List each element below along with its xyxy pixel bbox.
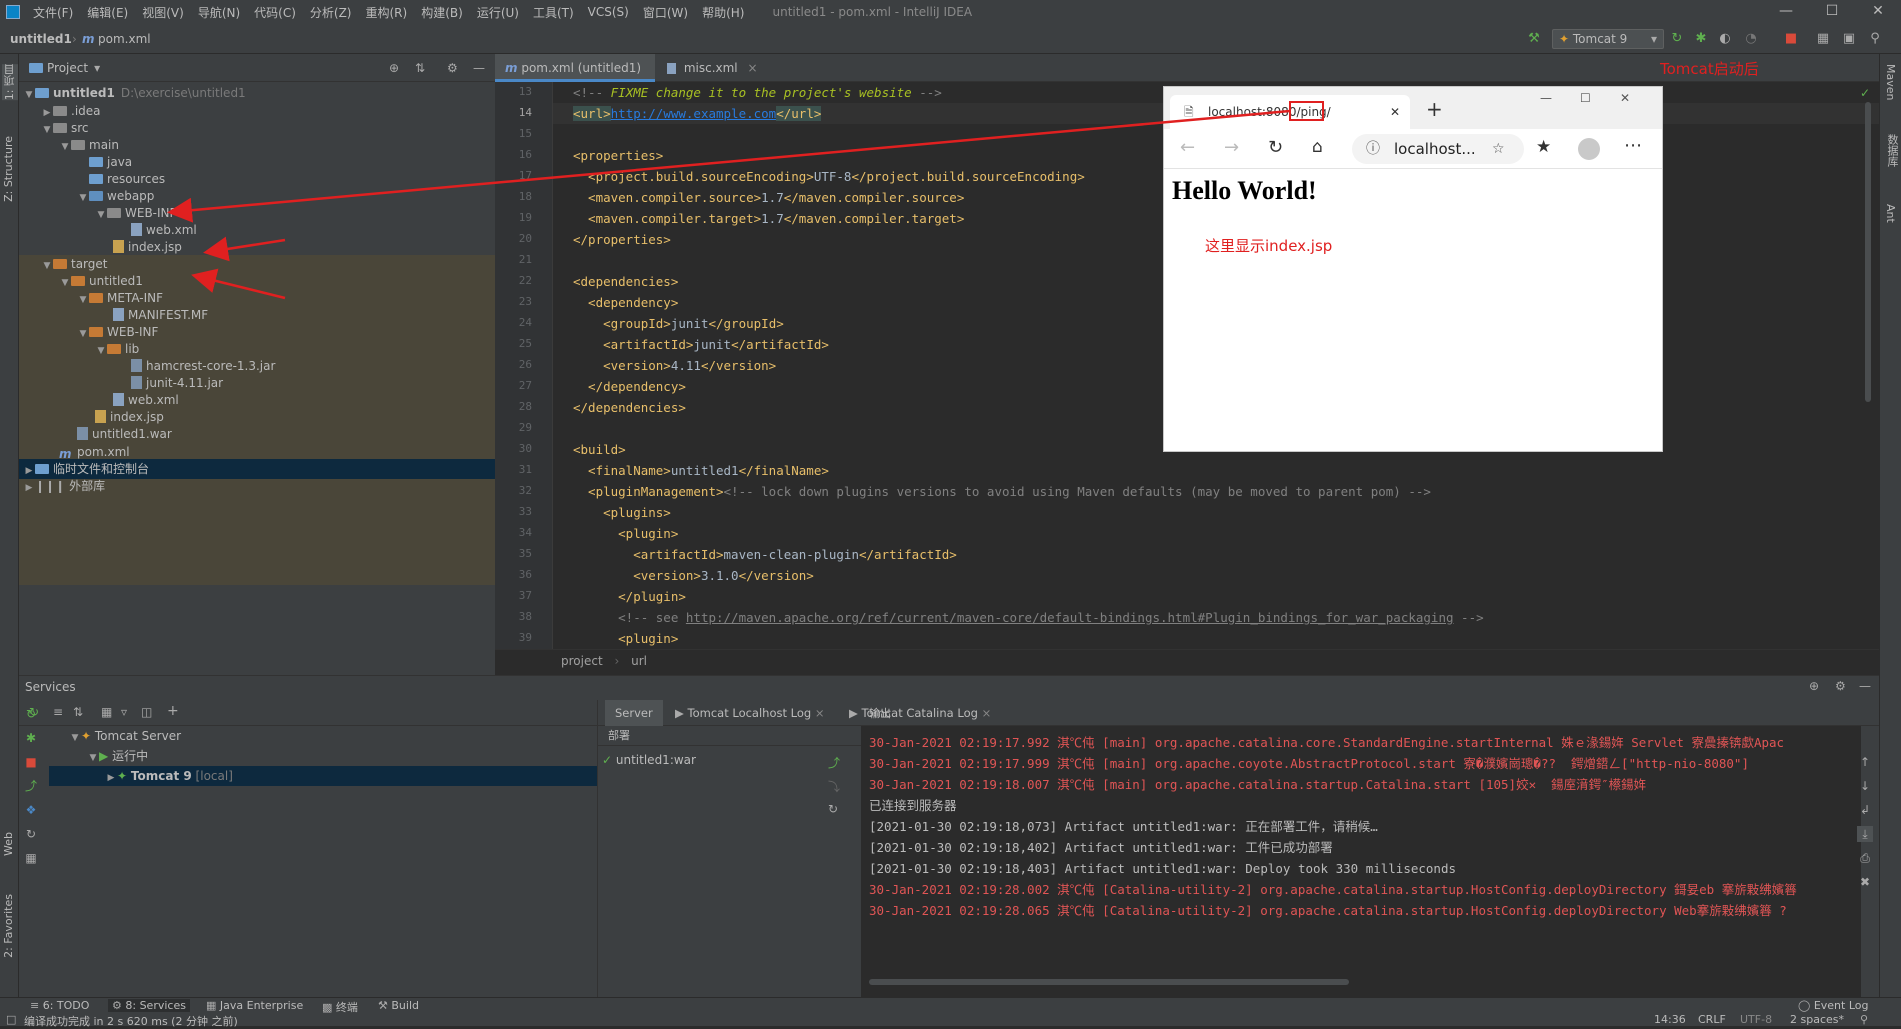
enterprise-icon: ▦ (206, 999, 217, 1012)
tree-item-tomcat-server[interactable]: ▼ ✦ Tomcat Server (49, 726, 597, 746)
hammer-icon: ⚒ (378, 999, 388, 1012)
tree-item-tomcat9[interactable]: ▶ ✦ Tomcat 9 [local] (49, 766, 597, 786)
log-line: [2021-01-30 02:19:18,402] Artifact untit… (869, 840, 1333, 855)
tool-window-bar: ≡ 6: TODO ⚙ 8: Services ▦ Java Enterpris… (0, 997, 1901, 1015)
terminal-icon: ▩ (322, 1001, 333, 1014)
log-line: [2021-01-30 02:19:18,073] Artifact untit… (869, 819, 1378, 834)
expand-all-icon[interactable]: ≡ (53, 705, 63, 719)
log-line: [2021-01-30 02:19:18,403] Artifact untit… (869, 861, 1456, 876)
services-icon: ⚙ (112, 999, 122, 1012)
scroll-down-icon[interactable]: ↓ (1857, 778, 1873, 794)
log-line: 30-Jan-2021 02:19:17.992 淇℃伅 [main] org.… (869, 735, 1785, 750)
list-icon: ≡ (30, 999, 40, 1012)
scroll-to-end-icon[interactable]: ⤓ (1857, 826, 1873, 842)
tomcat-icon: ✦ (81, 729, 92, 743)
update-icon[interactable]: ❖ (23, 802, 39, 818)
event-log-icon: ◯ (1798, 999, 1811, 1012)
services-tool-tab[interactable]: ⚙ 8: Services (108, 999, 190, 1012)
run-icon: ▶ (99, 749, 109, 763)
collapsed-arrow-icon[interactable]: ▶ (105, 768, 117, 788)
print-icon[interactable]: ⎙ (1857, 850, 1873, 866)
status-icon: □ (6, 1013, 17, 1026)
tomcat-running-icon: ✦ (117, 769, 128, 783)
services-title: Services (25, 680, 76, 694)
lock-icon[interactable]: ⚲ (1860, 1013, 1868, 1026)
java-enterprise-tool-tab[interactable]: ▦ Java Enterprise (206, 999, 303, 1012)
caret-position[interactable]: 14:36 (1654, 1013, 1686, 1026)
deploy-item[interactable]: ✓ untitled1:war (598, 750, 862, 770)
stop-icon[interactable]: ■ (23, 754, 39, 770)
gear-icon[interactable]: ⚙ (1835, 679, 1846, 693)
filter-icon[interactable]: ▿ (121, 705, 127, 719)
collapse-all-icon[interactable]: ⇅ (73, 705, 83, 719)
log-line: 30-Jan-2021 02:19:28.065 淇℃伅 [Catalina-u… (869, 903, 1787, 918)
services-tree: ▼ ✦ Tomcat Server ▼ ▶ 运行中 ▶ ✦ Tomcat 9 [loc… (49, 726, 597, 998)
soft-wrap-icon[interactable]: ↲ (1857, 802, 1873, 818)
undeploy-icon[interactable]: ⤵ (828, 778, 840, 795)
refresh-icon[interactable]: ↻ (23, 826, 39, 842)
file-encoding[interactable]: UTF-8 (1740, 1013, 1772, 1026)
log-line: 30-Jan-2021 02:19:28.002 淇℃伅 [Catalina-u… (869, 882, 1797, 897)
status-message[interactable]: 编译成功完成 in 2 s 620 ms (2 分钟 之前) (24, 1013, 238, 1029)
scroll-up-icon[interactable]: ↑ (1857, 754, 1873, 770)
horizontal-scrollbar[interactable] (869, 979, 1349, 985)
log-line: 已连接到服务器 (869, 798, 957, 813)
trash-icon[interactable]: ✖ (1857, 874, 1873, 890)
add-icon[interactable]: + (167, 703, 179, 719)
expanded-arrow-icon[interactable]: ▼ (69, 728, 81, 748)
deploy-icon[interactable]: ⤴ (828, 754, 840, 771)
build-tool-tab[interactable]: ⚒ Build (378, 999, 419, 1012)
debug-icon[interactable]: ✱ (23, 730, 39, 746)
deploy-header: 部署 (598, 726, 862, 746)
log-line: 30-Jan-2021 02:19:18.007 淇℃伅 [main] org.… (869, 777, 1647, 792)
terminal-tool-tab[interactable]: ▩ 终端 (322, 999, 358, 1015)
todo-tool-tab[interactable]: ≡ 6: TODO (30, 999, 89, 1012)
arrow-to-web-xml (203, 236, 286, 262)
deployment-panel: 部署 ✓ untitled1:war ⤴ ⤵ ↻ (597, 700, 862, 998)
line-separator[interactable]: CRLF (1698, 1013, 1726, 1026)
check-icon: ✓ (602, 753, 613, 767)
hide-icon[interactable]: — (1859, 679, 1871, 693)
services-panel: Services ⊕ ⚙ — ↻ ≡ ⇅ ▦ ▿ ◫ + Server ▶ To… (19, 675, 1879, 998)
indent-setting[interactable]: 2 spaces* (1790, 1013, 1844, 1026)
status-bar: □ 编译成功完成 in 2 s 620 ms (2 分钟 之前) 14:36 C… (0, 1013, 1901, 1029)
output-console[interactable]: 30-Jan-2021 02:19:17.992 淇℃伅 [main] org.… (861, 726, 1861, 998)
expanded-arrow-icon[interactable]: ▼ (87, 748, 99, 768)
deploy-icon[interactable]: ⤴ (23, 778, 39, 794)
arrow-to-index-jsp (191, 268, 286, 300)
open-browser-icon[interactable]: ▦ (23, 850, 39, 866)
event-log-tool-tab[interactable]: ◯ Event Log (1798, 999, 1868, 1012)
output-header: 输出 (869, 707, 891, 720)
rerun-icon[interactable]: ↻ (23, 706, 39, 722)
add-service-icon[interactable]: ⊕ (1809, 679, 1819, 693)
tree-item-running[interactable]: ▼ ▶ 运行中 (49, 746, 597, 766)
group-icon[interactable]: ▦ (101, 705, 112, 719)
arrow-to-webapp (167, 109, 1291, 223)
log-line: 30-Jan-2021 02:19:17.999 淇℃伅 [main] org.… (869, 756, 1749, 771)
redeploy-icon[interactable]: ↻ (828, 802, 838, 816)
layout-icon[interactable]: ◫ (141, 705, 152, 719)
